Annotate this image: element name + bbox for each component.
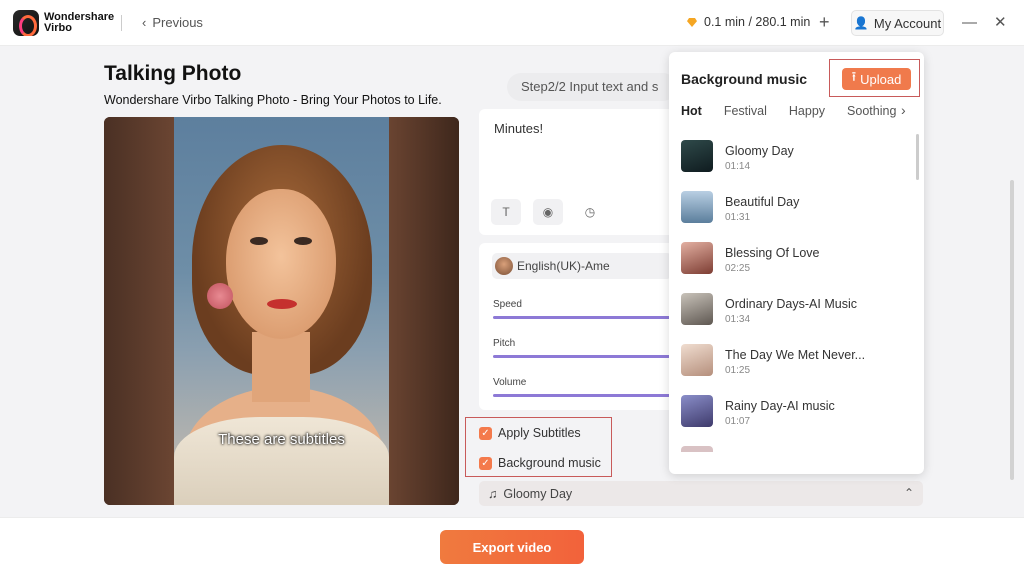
user-icon: 👤 <box>853 16 869 30</box>
script-text[interactable]: Minutes! <box>494 121 543 136</box>
add-time-button[interactable]: + <box>819 12 830 33</box>
title-bar: Wondershare Virbo ‹ Previous 0.1 min / 2… <box>0 0 1024 46</box>
tab-hot[interactable]: Hot <box>681 104 702 118</box>
brand-line-2: Virbo <box>44 22 72 34</box>
track-name: Gloomy Day <box>725 144 794 158</box>
brand-name: Wondershare Virbo <box>44 12 114 34</box>
upload-button[interactable]: ⭱ Upload <box>842 68 911 90</box>
checkbox-checked-icon: ✓ <box>479 426 492 440</box>
background-music-label: Background music <box>498 456 601 470</box>
list-item[interactable]: The Day We Met Never... 01:25 <box>681 344 906 384</box>
export-video-button[interactable]: Export video <box>440 530 584 564</box>
track-thumbnail <box>681 446 713 452</box>
selected-music-label: Gloomy Day <box>503 486 573 501</box>
track-thumbnail <box>681 191 713 223</box>
track-duration: 01:07 <box>725 416 751 427</box>
background-music-checkbox[interactable]: ✓ Background music <box>479 456 601 470</box>
virbo-logo-icon <box>13 10 39 36</box>
my-account-label: My Account <box>873 15 942 31</box>
usage-text: 0.1 min / 280.1 min <box>704 15 811 29</box>
speed-slider[interactable] <box>493 316 679 319</box>
close-window-button[interactable]: ✕ <box>994 13 1007 31</box>
chevron-left-icon: ‹ <box>142 15 147 30</box>
checkbox-checked-icon: ✓ <box>479 456 492 470</box>
pitch-slider[interactable] <box>493 355 679 358</box>
list-item[interactable]: Rainy Day-AI music 01:07 <box>681 395 906 435</box>
photo-preview: These are subtitles <box>104 117 459 505</box>
list-item[interactable]: Blessing Of Love 02:25 <box>681 242 906 282</box>
track-thumbnail <box>681 140 713 172</box>
step-indicator: Step2/2 Input text and s <box>507 73 677 101</box>
chevron-right-icon[interactable]: › <box>901 102 906 118</box>
my-account-button[interactable]: 👤 My Account <box>851 10 944 36</box>
page-title: Talking Photo <box>104 62 242 85</box>
voice-effect-icon[interactable]: ◉ <box>533 199 563 225</box>
music-category-tabs: Hot Festival Happy Soothing <box>681 104 917 118</box>
text-format-icon[interactable]: T <box>491 199 521 225</box>
pitch-label: Pitch <box>493 338 516 349</box>
subtitle-overlay: These are subtitles <box>218 431 345 448</box>
page-subtitle: Wondershare Virbo Talking Photo - Bring … <box>104 93 442 107</box>
popup-scrollbar[interactable] <box>916 134 919 180</box>
speed-label: Speed <box>493 299 522 310</box>
chevron-up-icon: ⌃ <box>903 486 914 500</box>
upload-icon: ⭱ <box>851 69 857 84</box>
voice-selector[interactable]: English(UK)-Ame <box>492 253 672 279</box>
script-text-card[interactable]: Minutes! T ◉ ◷ <box>479 109 679 235</box>
music-note-icon: ♫ <box>488 486 498 501</box>
music-track-list: Gloomy Day 01:14 Beautiful Day 01:31 Ble… <box>669 132 924 452</box>
track-duration: 01:14 <box>725 161 751 172</box>
track-duration: 01:34 <box>725 314 751 325</box>
tab-festival[interactable]: Festival <box>724 104 767 118</box>
track-name: Blessing Of Love <box>725 246 820 260</box>
tab-soothing[interactable]: Soothing <box>847 104 896 118</box>
apply-subtitles-label: Apply Subtitles <box>498 426 581 440</box>
list-item[interactable] <box>681 446 906 452</box>
track-duration: 02:25 <box>725 263 751 274</box>
list-item[interactable]: Gloomy Day 01:14 <box>681 140 906 180</box>
track-thumbnail <box>681 293 713 325</box>
track-thumbnail <box>681 344 713 376</box>
track-thumbnail <box>681 395 713 427</box>
track-name: Beautiful Day <box>725 195 800 209</box>
usage-indicator: 0.1 min / 280.1 min <box>686 15 810 29</box>
volume-slider[interactable] <box>493 394 679 397</box>
divider <box>121 15 122 31</box>
track-thumbnail <box>681 242 713 274</box>
popup-title: Background music <box>681 71 808 87</box>
page-scrollbar[interactable] <box>1010 180 1014 480</box>
minimize-button[interactable]: — <box>962 14 977 31</box>
track-duration: 01:25 <box>725 365 751 376</box>
list-item[interactable]: Beautiful Day 01:31 <box>681 191 906 231</box>
selected-music-dropdown[interactable]: ♫ Gloomy Day ⌃ <box>479 481 923 506</box>
voice-avatar <box>495 257 513 275</box>
voice-label: English(UK)-Ame <box>517 259 610 273</box>
volume-label: Volume <box>493 377 527 388</box>
track-name: Ordinary Days-AI Music <box>725 297 857 311</box>
background-music-popup: Background music ⭱ Upload Hot Festival H… <box>669 52 924 474</box>
diamond-icon <box>686 16 698 28</box>
previous-label: Previous <box>152 15 203 30</box>
list-item[interactable]: Ordinary Days-AI Music 01:34 <box>681 293 906 333</box>
track-name: The Day We Met Never... <box>725 348 866 362</box>
track-duration: 01:31 <box>725 212 751 223</box>
previous-button[interactable]: ‹ Previous <box>142 15 203 30</box>
track-name: Rainy Day-AI music <box>725 399 835 413</box>
voice-settings-card: English(UK)-Ame Speed Pitch Volume <box>479 243 679 410</box>
upload-label: Upload <box>860 71 902 87</box>
tab-happy[interactable]: Happy <box>789 104 825 118</box>
pause-icon[interactable]: ◷ <box>575 199 605 225</box>
apply-subtitles-checkbox[interactable]: ✓ Apply Subtitles <box>479 426 581 440</box>
